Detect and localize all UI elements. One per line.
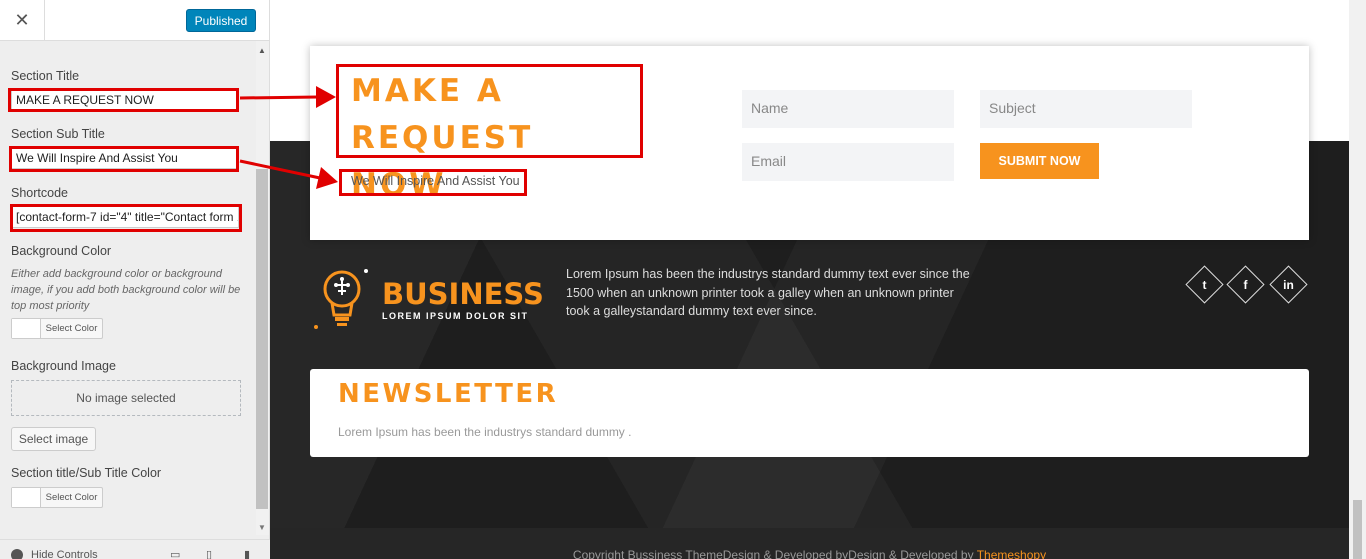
shortcode-label: Shortcode (11, 186, 68, 200)
background-color-description: Either add background color or backgroun… (11, 268, 241, 312)
business-logo[interactable]: BUSINESS LOREM IPSUM DOLOR SIT (310, 265, 544, 335)
preview-scrollbar[interactable] (1349, 0, 1366, 559)
customizer-footer: Hide Controls ▭ ▯ ▮ (0, 539, 270, 559)
section-title-input[interactable]: MAKE A REQUEST NOW (11, 89, 239, 111)
twitter-icon: t (1202, 277, 1207, 292)
controls-panel: Section Title MAKE A REQUEST NOW Section… (0, 41, 256, 535)
title-color-label: Section title/Sub Title Color (11, 466, 162, 480)
published-button[interactable]: Published (186, 9, 256, 32)
name-input[interactable]: Name (742, 90, 954, 128)
copyright-text: Copyright Bussiness ThemeDesign & Develo… (572, 548, 977, 559)
scroll-down-icon[interactable]: ▼ (258, 523, 266, 532)
desktop-preview-icon[interactable]: ▭ (170, 548, 180, 559)
hide-controls-button[interactable]: Hide Controls (11, 549, 98, 559)
newsletter-text: Lorem Ipsum has been the industrys stand… (338, 425, 632, 439)
submit-now-button[interactable]: SUBMIT NOW (980, 143, 1099, 179)
sidebar-scrollbar[interactable]: ▲ ▼ (256, 41, 269, 535)
newsletter-title: NEWSLETTER (338, 379, 559, 409)
select-color-label: Select Color (45, 492, 98, 503)
scroll-up-icon[interactable]: ▲ (258, 46, 266, 55)
title-color-picker[interactable]: Select Color (11, 487, 103, 508)
scrollbar-thumb[interactable] (256, 169, 268, 509)
background-image-placeholder: No image selected (11, 380, 241, 416)
section-title-label: Section Title (11, 69, 80, 83)
mobile-preview-icon[interactable]: ▮ (244, 548, 250, 559)
subject-input[interactable]: Subject (980, 90, 1192, 128)
collapse-icon (11, 549, 23, 559)
customizer-sidebar: ✕ Published Section Title MAKE A REQUEST… (0, 0, 270, 559)
color-swatch (12, 319, 41, 338)
themeshopy-link[interactable]: Themeshopy (977, 548, 1046, 559)
hide-controls-label: Hide Controls (31, 549, 98, 559)
newsletter-section: NEWSLETTER Lorem Ipsum has been the indu… (310, 369, 1309, 457)
brand-name: BUSINESS (382, 277, 544, 311)
lightbulb-gear-icon (314, 269, 368, 329)
customizer-header: ✕ Published (0, 0, 269, 41)
brand-tagline: LOREM IPSUM DOLOR SIT (382, 311, 529, 321)
background-color-picker[interactable]: Select Color (11, 318, 103, 339)
section-sub-title-input[interactable]: We Will Inspire And Assist You (11, 147, 239, 169)
background-color-label: Background Color (11, 244, 112, 258)
color-swatch (12, 488, 41, 507)
select-color-label: Select Color (45, 323, 98, 334)
close-icon[interactable]: ✕ (0, 0, 45, 41)
about-text: Lorem Ipsum has been the industrys stand… (566, 267, 970, 318)
shortcode-input[interactable]: [contact-form-7 id="4" title="Contact fo… (11, 206, 239, 228)
email-input[interactable]: Email (742, 143, 954, 181)
request-subtitle: We Will Inspire And Assist You (351, 174, 520, 188)
request-section: MAKE A REQUEST NOW We Will Inspire And A… (310, 46, 1309, 240)
tablet-preview-icon[interactable]: ▯ (206, 548, 212, 559)
section-sub-title-label: Section Sub Title (11, 127, 105, 141)
facebook-icon: f (1243, 277, 1248, 292)
linkedin-icon: in (1283, 277, 1294, 292)
copyright-bar: Copyright Bussiness ThemeDesign & Develo… (270, 528, 1349, 559)
site-preview: MAKE A REQUEST NOW We Will Inspire And A… (270, 0, 1349, 559)
preview-scrollbar-thumb[interactable] (1353, 500, 1362, 559)
select-image-button[interactable]: Select image (11, 427, 96, 451)
background-image-label: Background Image (11, 359, 116, 373)
